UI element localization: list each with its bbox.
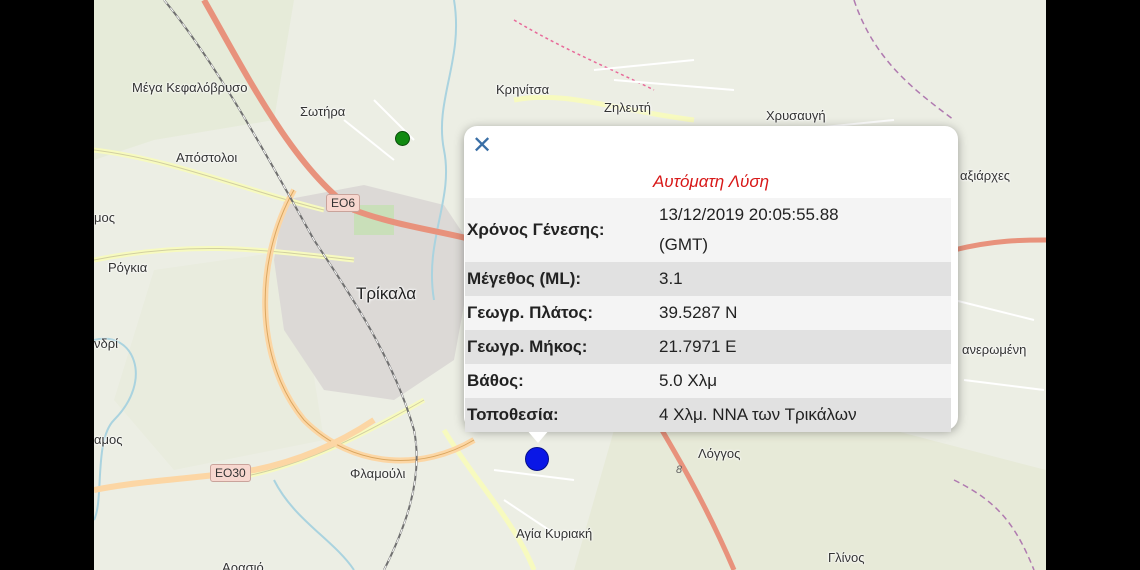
row-label: Μέγεθος (ML): — [465, 262, 657, 296]
place-label: ανερωμένη — [962, 342, 1027, 357]
road-shield-eo6: ΕΟ6 — [326, 194, 361, 212]
place-label: Χρυσαυγή — [766, 108, 826, 123]
place-label: αμος — [94, 432, 123, 447]
place-label: νδρί — [94, 336, 119, 351]
row-value: 3.1 — [657, 262, 951, 296]
row-label: Γεωγρ. Πλάτος: — [465, 296, 657, 330]
table-row: Γεωγρ. Μήκος: 21.7971 E — [465, 330, 951, 364]
row-value: 39.5287 N — [657, 296, 951, 330]
earthquake-info-popup: ✕ Αυτόματη Λύση Χρόνος Γένεσης: 13/12/20… — [464, 126, 958, 443]
table-row: Τοποθεσία: 4 Χλμ. ΝΝΑ των Τρικάλων — [465, 398, 951, 432]
place-label-city: Τρίκαλα — [356, 284, 417, 303]
place-label: Απόστολοι — [176, 150, 238, 165]
place-label: Μέγα Κεφαλόβρυσο — [132, 80, 248, 95]
table-row: Μέγεθος (ML): 3.1 — [465, 262, 951, 296]
place-label: Ρόγκια — [108, 260, 148, 275]
table-row: Γεωγρ. Πλάτος: 39.5287 N — [465, 296, 951, 330]
road-shield-eo30: ΕΟ30 — [210, 464, 251, 482]
place-label: Αρασιό — [222, 560, 264, 570]
row-label: Γεωγρ. Μήκος: — [465, 330, 657, 364]
table-row: Βάθος: 5.0 Χλμ — [465, 364, 951, 398]
popup-details-table: Χρόνος Γένεσης: 13/12/2019 20:05:55.88 (… — [465, 198, 951, 432]
road-number-8: 8 — [676, 464, 683, 476]
place-label: Λόγγος — [698, 446, 741, 461]
row-value: 4 Χλμ. ΝΝΑ των Τρικάλων — [657, 398, 951, 432]
place-label: αξιάρχες — [960, 168, 1011, 183]
close-icon[interactable]: ✕ — [472, 134, 492, 158]
row-value: 13/12/2019 20:05:55.88 (GMT) — [657, 198, 951, 262]
place-label: Κρηνίτσα — [496, 82, 550, 97]
place-label: μος — [94, 210, 115, 225]
row-label: Βάθος: — [465, 364, 657, 398]
green-event-marker[interactable] — [395, 131, 410, 146]
popup-title: Αυτόματη Λύση — [652, 172, 770, 191]
map-view[interactable]: Μέγα Κεφαλόβρυσο Σωτήρα Κρηνίτσα Ζηλευτή… — [94, 0, 1046, 570]
row-value: 5.0 Χλμ — [657, 364, 951, 398]
origin-time-value: 13/12/2019 20:05:55.88 — [659, 205, 839, 224]
place-label: Φλαμούλι — [350, 466, 406, 481]
row-label: Χρόνος Γένεσης: — [465, 198, 657, 262]
table-row: Χρόνος Γένεσης: 13/12/2019 20:05:55.88 (… — [465, 198, 951, 262]
place-label: Σωτήρα — [300, 104, 346, 119]
place-label: Αγία Κυριακή — [516, 526, 593, 541]
place-label: Ζηλευτή — [604, 100, 651, 115]
row-value: 21.7971 E — [657, 330, 951, 364]
place-label: Γλίνος — [828, 550, 865, 565]
row-label: Τοποθεσία: — [465, 398, 657, 432]
origin-time-zone: (GMT) — [659, 235, 709, 254]
blue-event-marker[interactable] — [525, 447, 549, 471]
